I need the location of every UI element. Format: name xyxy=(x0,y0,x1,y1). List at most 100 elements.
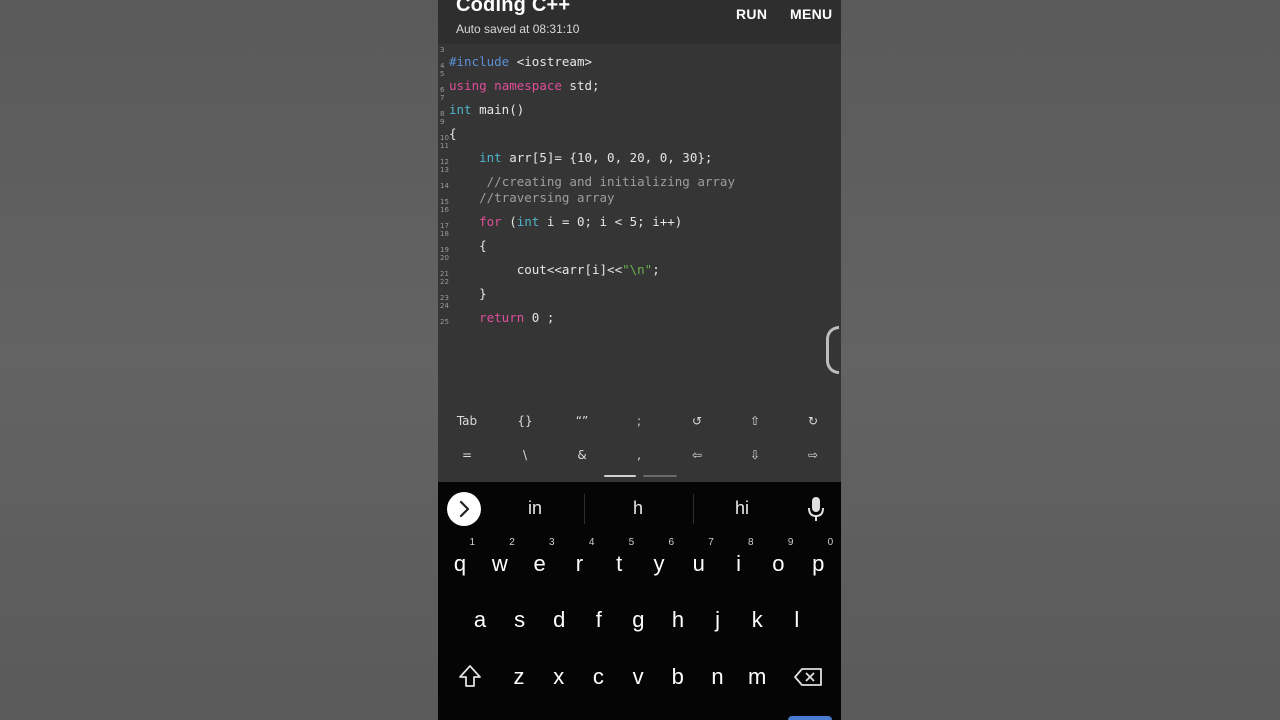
suggestion-1[interactable]: in xyxy=(485,498,585,519)
symbol-key[interactable]: {} xyxy=(496,414,554,428)
key-g[interactable]: g xyxy=(618,595,658,645)
code-line[interactable]: 15 //traversing array xyxy=(438,190,841,206)
code-text: int arr[5]= {10, 0, 20, 0, 30}; xyxy=(479,150,713,165)
shift-key[interactable] xyxy=(448,652,492,702)
backspace-key[interactable] xyxy=(787,652,831,702)
key-i[interactable]: i8 xyxy=(719,537,759,589)
code-line[interactable]: 8 int main() xyxy=(438,102,841,118)
symbol-key[interactable]: ⇩ xyxy=(726,448,784,462)
symbol-key[interactable]: ↻ xyxy=(784,414,841,428)
key-label: u xyxy=(692,551,705,576)
code-line[interactable]: 20 xyxy=(438,254,841,262)
key-hint: 3 xyxy=(549,537,555,548)
key-c[interactable]: c xyxy=(578,652,618,702)
key-label: y xyxy=(653,551,665,576)
code-text: //creating and initializing array xyxy=(486,174,735,189)
key-h[interactable]: h xyxy=(658,595,698,645)
code-text: int main() xyxy=(449,102,525,117)
key-x[interactable]: x xyxy=(539,652,579,702)
key-l[interactable]: l xyxy=(777,595,817,645)
key-label: l xyxy=(794,607,800,632)
symbol-key[interactable]: \ xyxy=(496,448,554,462)
line-number: 9 xyxy=(440,118,445,126)
key-label: r xyxy=(575,551,584,576)
key-q[interactable]: q1 xyxy=(440,537,480,589)
code-line[interactable]: 21 cout<<arr[i]<<"\n"; xyxy=(438,262,841,278)
key-u[interactable]: u7 xyxy=(679,537,719,589)
key-m[interactable]: m xyxy=(737,652,777,702)
code-line[interactable]: 23 } xyxy=(438,286,841,302)
code-editor[interactable]: 3 4 #include <iostream> 5 6 using namespace s… xyxy=(438,44,841,402)
expand-suggestions-button[interactable] xyxy=(447,492,481,526)
suggestion-2[interactable]: h xyxy=(588,498,688,519)
code-line[interactable]: 7 xyxy=(438,94,841,102)
code-text: { xyxy=(449,126,457,141)
code-line[interactable]: 6 using namespace std; xyxy=(438,78,841,94)
key-z[interactable]: z xyxy=(499,652,539,702)
code-line[interactable]: 14 //creating and initializing array xyxy=(438,174,841,190)
key-o[interactable]: o9 xyxy=(758,537,798,589)
code-line[interactable]: 19 { xyxy=(438,238,841,254)
code-line[interactable]: 11 xyxy=(438,142,841,150)
key-w[interactable]: w2 xyxy=(480,537,520,589)
code-line[interactable]: 18 xyxy=(438,230,841,238)
line-number: 17 xyxy=(440,222,449,230)
key-r[interactable]: r4 xyxy=(559,537,599,589)
code-line[interactable]: 12 int arr[5]= {10, 0, 20, 0, 30}; xyxy=(438,150,841,166)
symbol-bar: Tab{} “”; ↺ ⇧ ↻ = \ &, ⇦ ⇩ ⇨ xyxy=(438,402,841,482)
key-a[interactable]: a xyxy=(460,595,500,645)
app-title: Coding C++ xyxy=(456,0,571,16)
symbol-key[interactable]: “” xyxy=(553,414,611,428)
key-label: v xyxy=(632,664,644,689)
key-p[interactable]: p0 xyxy=(798,537,838,589)
line-number: 10 xyxy=(440,134,449,142)
code-line[interactable]: 13 xyxy=(438,166,841,174)
symbol-key[interactable]: ⇦ xyxy=(668,448,726,462)
code-line[interactable]: 4 #include <iostream> xyxy=(438,54,841,70)
key-t[interactable]: t5 xyxy=(599,537,639,589)
key-v[interactable]: v xyxy=(618,652,658,702)
line-number: 11 xyxy=(440,142,449,150)
key-e[interactable]: e3 xyxy=(520,537,560,589)
code-line[interactable]: 17 for (int i = 0; i < 5; i++) xyxy=(438,214,841,230)
menu-button[interactable]: MENU xyxy=(790,6,832,22)
scroll-handle[interactable] xyxy=(826,326,839,374)
key-k[interactable]: k xyxy=(737,595,777,645)
code-line[interactable]: 10{ xyxy=(438,126,841,142)
symbol-key[interactable]: = xyxy=(438,448,496,462)
key-label: z xyxy=(513,664,525,689)
suggestion-3[interactable]: hi xyxy=(692,498,792,519)
key-f[interactable]: f xyxy=(579,595,619,645)
symbol-key[interactable]: ↺ xyxy=(668,414,726,428)
code-line[interactable]: 16 xyxy=(438,206,841,214)
line-number: 5 xyxy=(440,70,445,78)
code-line[interactable]: 25 return 0 ; xyxy=(438,310,841,326)
line-number: 22 xyxy=(440,278,449,286)
key-b[interactable]: b xyxy=(658,652,698,702)
chevron-right-icon xyxy=(459,500,470,518)
key-y[interactable]: y6 xyxy=(639,537,679,589)
key-j[interactable]: j xyxy=(698,595,738,645)
symbol-key[interactable]: ⇧ xyxy=(726,414,784,428)
code-line[interactable]: 3 xyxy=(438,46,841,54)
key-n[interactable]: n xyxy=(698,652,738,702)
symbol-key[interactable]: , xyxy=(610,448,668,462)
mic-button[interactable] xyxy=(804,494,828,524)
symbol-key[interactable]: ⇨ xyxy=(784,448,841,462)
backspace-icon xyxy=(794,668,822,686)
line-number: 13 xyxy=(440,166,449,174)
code-line[interactable]: 5 xyxy=(438,70,841,78)
run-button[interactable]: RUN xyxy=(736,6,767,22)
symbol-key[interactable]: Tab xyxy=(438,414,496,428)
key-d[interactable]: d xyxy=(539,595,579,645)
code-line[interactable]: 9 xyxy=(438,118,841,126)
key-label: s xyxy=(514,607,526,632)
line-number: 8 xyxy=(440,110,445,118)
line-number: 25 xyxy=(440,318,449,326)
symbol-key[interactable]: ; xyxy=(610,414,668,428)
code-line[interactable]: 22 xyxy=(438,278,841,286)
symbol-key[interactable]: & xyxy=(553,448,611,462)
code-line[interactable]: 24 xyxy=(438,302,841,310)
key-s[interactable]: s xyxy=(500,595,540,645)
code-text: for (int i = 0; i < 5; i++) xyxy=(479,214,683,229)
